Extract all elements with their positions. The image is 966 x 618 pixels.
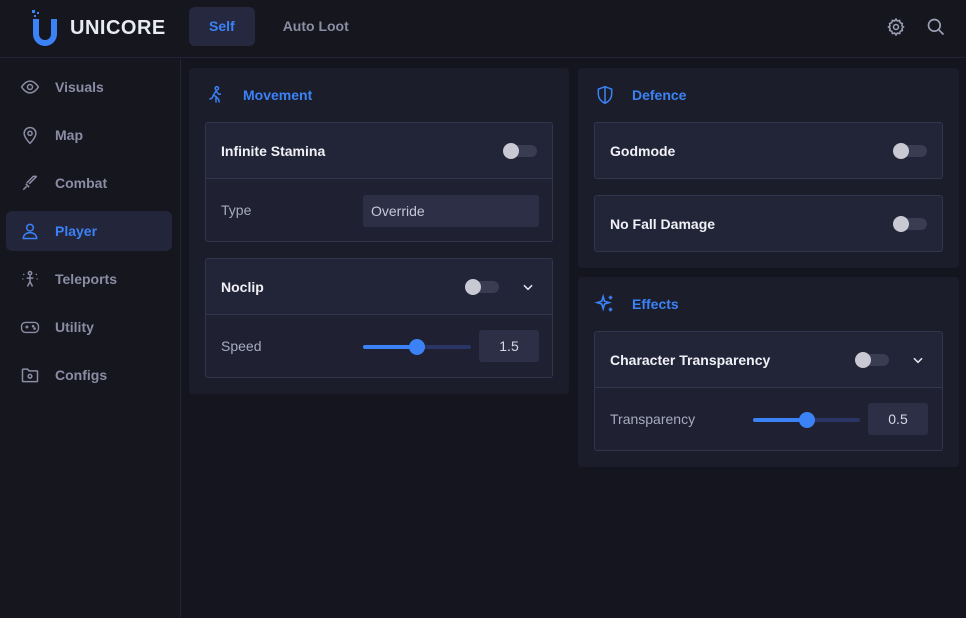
sidebar-item-label: Visuals <box>55 79 104 95</box>
sidebar-item-configs[interactable]: Configs <box>6 355 172 395</box>
infinite-stamina-label: Infinite Stamina <box>221 142 326 159</box>
sidebar-item-label: Configs <box>55 367 108 383</box>
effects-panel: Effects Character Transparency Transpare… <box>578 277 959 467</box>
sidebar-item-label: Map <box>55 127 83 143</box>
folder-gear-icon <box>20 365 40 385</box>
chevron-down-icon[interactable] <box>909 351 927 369</box>
sidebar-item-combat[interactable]: Combat <box>6 163 172 203</box>
speed-slider-thumb[interactable] <box>409 339 425 355</box>
character-transparency-card: Character Transparency Transparency 0.5 <box>594 331 943 451</box>
infinite-stamina-toggle[interactable] <box>503 142 537 159</box>
tab-auto-loot[interactable]: Auto Loot <box>263 7 369 46</box>
top-tabs: Self Auto Loot <box>189 7 369 46</box>
sidebar-item-utility[interactable]: Utility <box>6 307 172 347</box>
sidebar-item-label: Combat <box>55 175 108 191</box>
no-fall-damage-toggle[interactable] <box>893 215 927 232</box>
logo: UNICORE <box>30 10 166 46</box>
transparency-slider[interactable] <box>753 412 860 428</box>
top-bar: UNICORE Self Auto Loot <box>0 0 966 58</box>
sidebar-item-label: Utility <box>55 319 94 335</box>
infinite-stamina-card: Infinite Stamina Type Override <box>205 122 553 242</box>
teleport-icon <box>20 269 40 289</box>
sidebar: Visuals Map Combat Player Teleports Util… <box>0 59 181 618</box>
panel-title: Movement <box>243 87 313 103</box>
sidebar-item-label: Teleports <box>55 271 117 287</box>
eye-icon <box>20 77 40 97</box>
sword-icon <box>20 173 40 193</box>
panel-title: Effects <box>632 296 679 312</box>
speed-value-input[interactable]: 1.5 <box>479 330 539 362</box>
no-fall-damage-label: No Fall Damage <box>610 215 716 232</box>
unicore-logo-icon <box>30 10 60 46</box>
sidebar-item-label: Player <box>55 223 98 239</box>
gear-icon[interactable] <box>886 17 906 37</box>
movement-panel: Movement Infinite Stamina Type Override … <box>189 68 569 394</box>
type-label: Type <box>221 202 252 218</box>
godmode-card: Godmode <box>594 122 943 179</box>
godmode-label: Godmode <box>610 142 676 159</box>
speed-slider[interactable] <box>363 339 471 355</box>
noclip-label: Noclip <box>221 278 264 295</box>
sidebar-item-player[interactable]: Player <box>6 211 172 251</box>
transparency-value-input[interactable]: 0.5 <box>868 403 928 435</box>
app-name: UNICORE <box>70 16 166 39</box>
sidebar-item-visuals[interactable]: Visuals <box>6 67 172 107</box>
no-fall-damage-card: No Fall Damage <box>594 195 943 252</box>
type-select[interactable]: Override <box>363 195 539 227</box>
sidebar-item-map[interactable]: Map <box>6 115 172 155</box>
walking-icon <box>205 84 227 106</box>
noclip-card: Noclip Speed 1.5 <box>205 258 553 378</box>
character-transparency-toggle[interactable] <box>855 351 889 368</box>
map-pin-icon <box>20 125 40 145</box>
chevron-down-icon[interactable] <box>519 278 537 296</box>
noclip-toggle[interactable] <box>465 278 499 295</box>
godmode-toggle[interactable] <box>893 142 927 159</box>
header-actions <box>886 17 946 37</box>
gamepad-icon <box>20 317 40 337</box>
defence-panel: Defence Godmode No Fall Damage <box>578 68 959 268</box>
transparency-slider-thumb[interactable] <box>798 412 815 428</box>
transparency-label: Transparency <box>610 411 696 427</box>
sparkles-icon <box>594 293 616 315</box>
user-icon <box>20 221 40 241</box>
search-icon[interactable] <box>926 17 946 37</box>
panel-title: Defence <box>632 87 687 103</box>
speed-label: Speed <box>221 338 262 354</box>
shield-icon <box>594 84 616 106</box>
sidebar-item-teleports[interactable]: Teleports <box>6 259 172 299</box>
character-transparency-label: Character Transparency <box>610 351 771 368</box>
tab-self[interactable]: Self <box>189 7 255 46</box>
